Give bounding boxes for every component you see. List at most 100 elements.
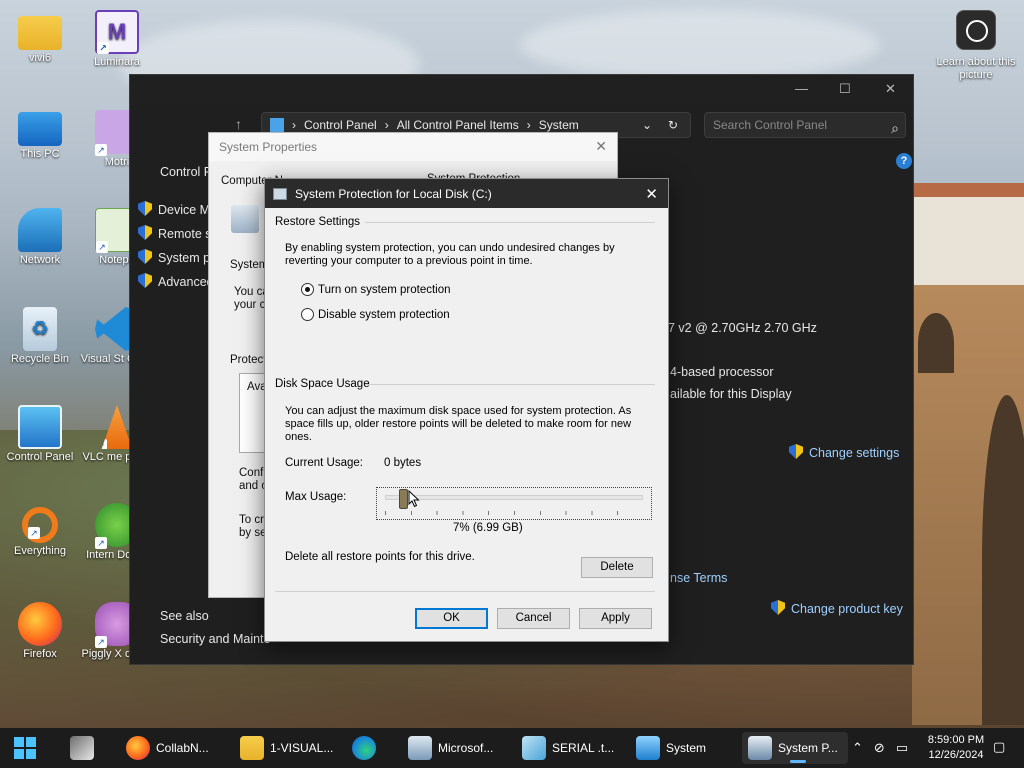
delete-button[interactable]: Delete <box>581 557 653 578</box>
disk-usage-description: You can adjust the maximum disk space us… <box>285 405 632 443</box>
desktop-icon-luminara[interactable]: M ↗ Luminara <box>78 10 156 69</box>
max-usage-value: 7% (6.99 GB) <box>453 522 523 534</box>
close-icon[interactable]: ✕ <box>595 138 607 155</box>
breadcrumb-control-panel[interactable]: Control Panel <box>304 118 377 132</box>
up-arrow-icon[interactable]: ↑ <box>235 116 242 132</box>
close-icon[interactable]: ✕ <box>645 185 658 203</box>
shield-icon <box>771 600 785 615</box>
system-protection-dialog: System Protection for Local Disk (C:) ✕ … <box>264 178 669 642</box>
search-icon[interactable]: ⌕ <box>891 116 899 140</box>
taskbar-microsoft[interactable]: Microsof... <box>402 732 499 764</box>
frag-by-se: by se <box>239 527 267 539</box>
network-icon <box>18 208 62 252</box>
start-button[interactable] <box>8 732 42 764</box>
shield-icon <box>789 444 803 459</box>
ok-button[interactable]: OK <box>415 608 488 629</box>
firefox-icon <box>18 602 62 646</box>
search-input[interactable]: Search Control Panel ⌕ <box>704 112 906 138</box>
firefox-icon <box>126 736 150 760</box>
system-icon <box>231 205 259 233</box>
wallpaper-bridge <box>912 285 1024 725</box>
desktop-icon-vivi6[interactable]: vivi6 <box>1 10 79 65</box>
frag-and: and c <box>239 480 268 492</box>
mouse-cursor-icon <box>408 490 420 508</box>
taskbar-system[interactable]: System <box>630 732 712 764</box>
chevron-right-icon: › <box>292 118 296 132</box>
chevron-down-icon[interactable]: ⌄ <box>642 118 652 132</box>
slider-track <box>385 495 643 500</box>
system-icon <box>636 736 660 760</box>
cancel-button[interactable]: Cancel <box>497 608 570 629</box>
taskbar-serial[interactable]: SERIAL .t... <box>516 732 620 764</box>
current-usage-label: Current Usage: <box>285 457 363 469</box>
breadcrumb-system[interactable]: System <box>539 118 579 132</box>
sidebar-link-device-manager[interactable]: Device M <box>138 201 210 217</box>
processor-value: 7 v2 @ 2.70GHz 2.70 GHz <box>668 321 817 335</box>
radio-turn-on[interactable]: Turn on system protection <box>301 283 451 296</box>
restore-settings-label: Restore Settings <box>275 216 361 228</box>
frag-system: System <box>230 259 269 271</box>
system-properties-title: System Properties <box>209 133 617 161</box>
radio-dot-on[interactable] <box>301 283 314 296</box>
desktop-icon-network[interactable]: Network <box>1 208 79 267</box>
notifications-icon[interactable]: ▢ <box>993 739 1005 755</box>
taskbar-edge[interactable] <box>346 732 382 764</box>
sidebar-link-remote[interactable]: Remote s <box>138 225 212 241</box>
delete-description: Delete all restore points for this drive… <box>285 551 475 563</box>
breadcrumb-all-items[interactable]: All Control Panel Items <box>397 118 519 132</box>
divider <box>275 591 655 592</box>
everything-icon: ↗ <box>22 507 58 543</box>
display-icon[interactable]: ▭ <box>896 740 908 756</box>
task-view-button[interactable] <box>64 732 100 764</box>
monitor-icon <box>18 112 62 146</box>
maximize-button[interactable]: ☐ <box>839 81 851 97</box>
close-button[interactable]: ✕ <box>885 81 896 97</box>
chevron-right-icon: › <box>526 118 531 132</box>
taskbar-system-properties[interactable]: System P... <box>742 732 848 764</box>
sidebar-link-advanced[interactable]: Advanced <box>138 273 214 289</box>
desktop-icon-control-panel[interactable]: Control Panel <box>1 405 79 464</box>
folder-icon <box>18 16 62 50</box>
taskbar-file-explorer[interactable]: 1-VISUAL... <box>234 732 339 764</box>
luminara-icon: M ↗ <box>95 10 139 54</box>
taskbar-firefox[interactable]: CollabN... <box>120 732 215 764</box>
desktop-icon-firefox[interactable]: Firefox <box>1 602 79 661</box>
radio-dot-off[interactable] <box>301 308 314 321</box>
learn-about-picture[interactable]: Learn about this picture <box>936 10 1016 82</box>
desktop-icon-everything[interactable]: ↗ Everything <box>1 503 79 558</box>
change-settings-link[interactable]: Change settings <box>789 444 899 460</box>
clock[interactable]: 8:59:00 PM 12/26/2024 <box>915 733 997 763</box>
network-disconnected-icon[interactable]: ⊘ <box>874 740 885 756</box>
frag-to-create: To cr <box>239 514 264 526</box>
edge-icon <box>352 736 376 760</box>
control-panel-small-icon <box>270 118 284 132</box>
sidebar-title: Control P <box>160 165 213 179</box>
apply-button[interactable]: Apply <box>579 608 652 629</box>
shield-icon <box>138 201 152 216</box>
shield-icon <box>138 273 152 288</box>
security-maintenance-link[interactable]: Security and Mainte <box>160 632 270 646</box>
system-properties-icon <box>748 736 772 760</box>
minimize-button[interactable]: — <box>795 81 808 96</box>
dialog-title: System Protection for Local Disk (C:) <box>295 186 492 201</box>
radio-disable[interactable]: Disable system protection <box>301 308 450 321</box>
shield-icon <box>138 225 152 240</box>
refresh-icon[interactable]: ↻ <box>668 118 678 132</box>
change-product-key-link[interactable]: Change product key <box>771 600 903 616</box>
chevron-right-icon: › <box>384 118 389 132</box>
frag-protection: Protect <box>230 354 267 366</box>
license-terms-link[interactable]: nse Terms <box>670 571 727 585</box>
recycle-bin-icon: ♻ <box>23 307 57 351</box>
see-also-heading: See also <box>160 609 209 623</box>
help-icon[interactable]: ? <box>896 153 912 169</box>
taskbar: CollabN... 1-VISUAL... Microsof... SERIA… <box>0 728 1024 768</box>
divider <box>365 384 655 385</box>
clock-date: 12/26/2024 <box>928 749 984 761</box>
slider-thumb[interactable] <box>399 489 409 509</box>
windows-start-icon <box>14 737 36 759</box>
dialog-titlebar: System Protection for Local Disk (C:) <box>265 179 668 208</box>
chevron-up-icon[interactable]: ⌃ <box>852 740 863 756</box>
desktop-icon-recycle-bin[interactable]: ♻ Recycle Bin <box>1 307 79 366</box>
desktop-icon-this-pc[interactable]: This PC <box>1 110 79 161</box>
sidebar-link-system-protection[interactable]: System p <box>138 249 210 265</box>
